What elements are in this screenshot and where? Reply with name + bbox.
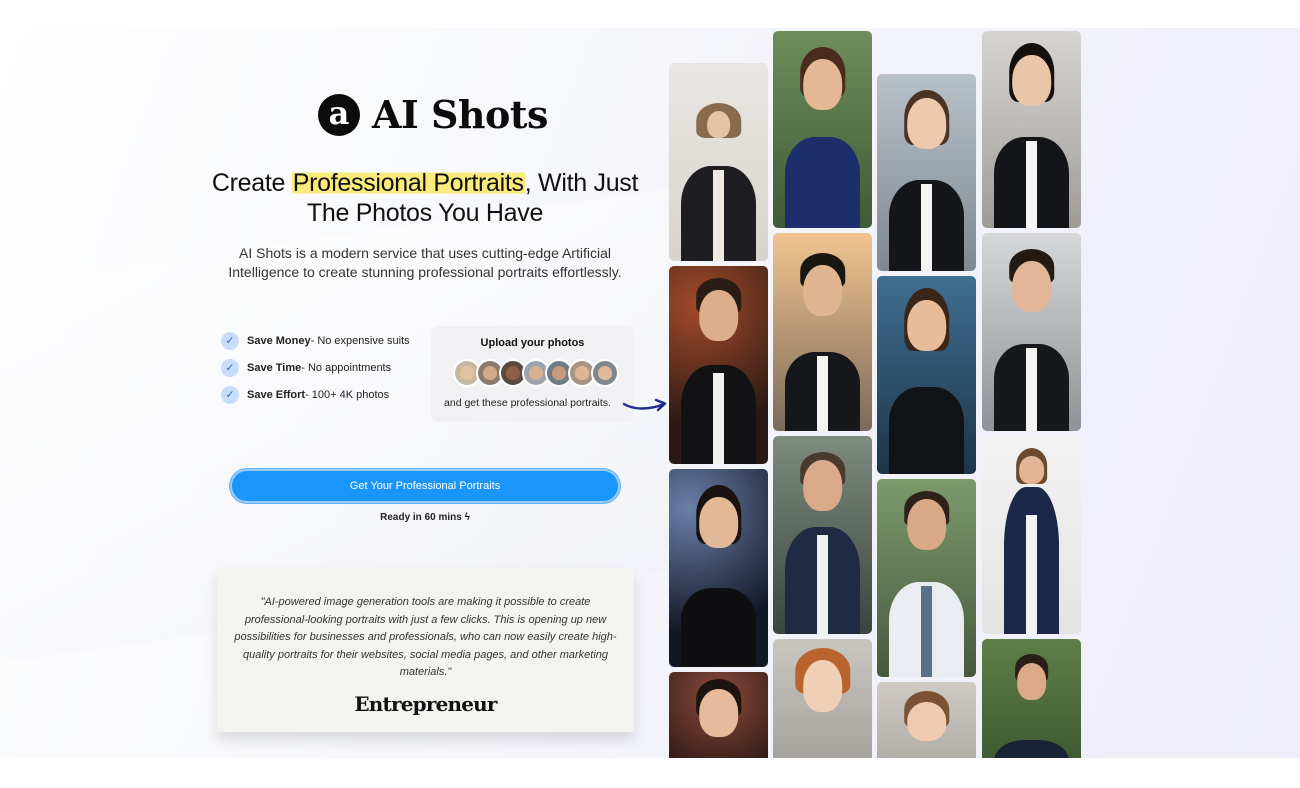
portrait-image bbox=[773, 436, 872, 634]
portrait-image bbox=[773, 233, 872, 431]
benefit-item: ✓ Save Money - No expensive suits bbox=[221, 327, 410, 354]
logo-badge-icon: a bbox=[318, 93, 360, 136]
portrait-image bbox=[982, 639, 1081, 758]
brand-logo[interactable]: a AI Shots bbox=[318, 92, 548, 137]
hero-description: AI Shots is a modern service that uses c… bbox=[228, 245, 622, 280]
benefit-item: ✓ Save Effort - 100+ 4K photos bbox=[221, 381, 410, 408]
benefit-detail: - No appointments bbox=[301, 361, 392, 374]
portrait-image bbox=[877, 276, 976, 474]
benefit-title: Save Time bbox=[247, 361, 302, 374]
ready-note-text: Ready in 60 mins bbox=[380, 512, 462, 523]
portrait-image bbox=[877, 682, 976, 758]
check-icon: ✓ bbox=[221, 331, 239, 350]
headline-pre: Create bbox=[211, 169, 292, 197]
portrait-image bbox=[982, 31, 1081, 228]
benefit-item: ✓ Save Time - No appointments bbox=[221, 354, 410, 381]
hero-headline: Create Professional Portraits, With Just… bbox=[200, 168, 650, 228]
check-icon: ✓ bbox=[221, 358, 239, 377]
portrait-image bbox=[669, 672, 768, 758]
curved-arrow-icon bbox=[622, 398, 667, 412]
headline-highlight: Professional Portraits bbox=[291, 169, 525, 197]
quote-text: "AI-powered image generation tools are m… bbox=[234, 596, 617, 678]
quote-source-logo: Entrepreneur bbox=[354, 692, 497, 716]
portrait-image bbox=[773, 639, 872, 758]
upload-footer: and get these professional portraits. bbox=[444, 397, 611, 409]
benefit-detail: - 100+ 4K photos bbox=[305, 388, 390, 401]
avatar bbox=[591, 359, 619, 387]
check-icon: ✓ bbox=[221, 385, 239, 404]
benefit-title: Save Effort bbox=[247, 388, 306, 401]
portrait-image bbox=[982, 233, 1081, 431]
get-portraits-button[interactable]: Get Your Professional Portraits bbox=[230, 469, 620, 503]
testimonial-quote: "AI-powered image generation tools are m… bbox=[217, 568, 634, 732]
upload-title: Upload your photos bbox=[480, 337, 585, 349]
lightning-icon: ϟ bbox=[464, 512, 470, 523]
portrait-image bbox=[982, 436, 1081, 634]
portrait-image bbox=[877, 74, 976, 271]
portrait-image bbox=[669, 63, 768, 261]
upload-card: Upload your photos and get these profess… bbox=[431, 326, 634, 422]
portrait-image bbox=[877, 479, 976, 677]
brand-name: AI Shots bbox=[372, 92, 548, 137]
landing-page: a AI Shots Create Professional Portraits… bbox=[0, 28, 1300, 758]
portrait-image bbox=[773, 31, 872, 228]
benefits-list: ✓ Save Money - No expensive suits ✓ Save… bbox=[221, 327, 410, 408]
sample-avatars bbox=[453, 359, 619, 387]
benefit-detail: - No expensive suits bbox=[310, 334, 410, 347]
benefit-title: Save Money bbox=[247, 334, 311, 347]
portrait-image bbox=[669, 266, 768, 464]
portrait-image bbox=[669, 469, 768, 667]
ready-note: Ready in 60 mins ϟ bbox=[330, 512, 520, 523]
